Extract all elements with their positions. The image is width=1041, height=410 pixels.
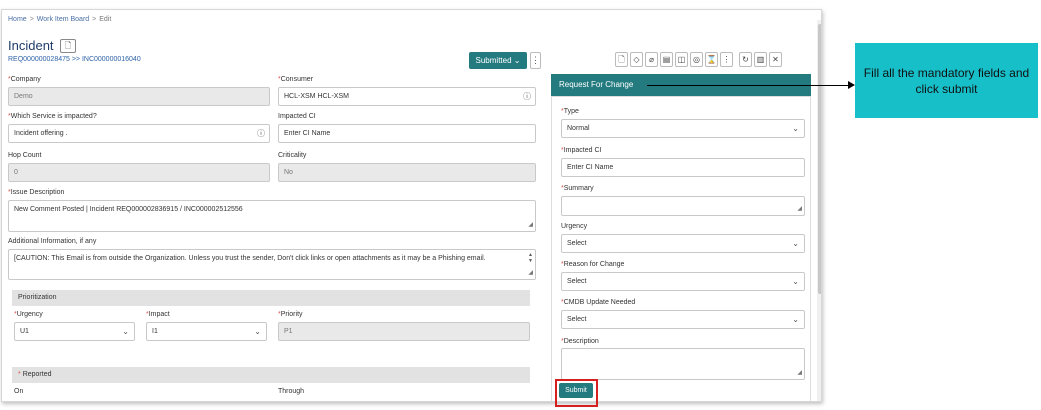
info-icon[interactable]: ⓘ (257, 125, 265, 142)
prioritization-header: Prioritization (12, 290, 530, 306)
urgency-select[interactable]: U1 ⌄ (14, 322, 135, 341)
status-dropdown-button[interactable]: Submitted ⌄ (469, 52, 527, 69)
criticality-label: Criticality (278, 152, 307, 159)
issue-description-textarea[interactable]: New Comment Posted | Incident REQ0000028… (8, 200, 536, 232)
hop-count-field: 0 (8, 163, 270, 182)
page-title: Incident (8, 38, 54, 53)
on-label: On (14, 388, 24, 395)
tag-icon[interactable]: ◇ (630, 52, 643, 67)
record-icon[interactable]: 🗋 (60, 39, 76, 53)
priority-field: P1 (278, 322, 530, 341)
more-options-icon[interactable]: ⋮ (530, 52, 541, 69)
criticality-field: No (278, 163, 536, 182)
chevron-down-icon: ⌄ (254, 327, 261, 336)
rfc-urgency-label: Urgency (561, 223, 588, 230)
resize-handle-icon: ◢ (528, 270, 533, 276)
reference-link[interactable]: REQ000000028475 >> INC000000016040 (8, 56, 141, 63)
callout-arrow-line (647, 85, 849, 86)
rfc-description-textarea[interactable]: ◢ (561, 348, 805, 380)
company-field[interactable]: Demo (8, 87, 270, 106)
instruction-callout: Fill all the mandatory fields and click … (855, 43, 1038, 118)
chevron-down-icon: ⌄ (513, 56, 521, 65)
company-label: *Company (8, 76, 41, 83)
rfc-reason-select[interactable]: Select ⌄ (561, 272, 805, 291)
callout-arrow-head (848, 81, 855, 89)
chevron-down-icon: ⌄ (792, 277, 799, 286)
hop-count-label: Hop Count (8, 152, 42, 159)
incident-edit-window: Home > Work Item Board > Edit Incident 🗋 REQ… (1, 9, 822, 402)
hourglass-icon[interactable]: ⌛ (705, 52, 718, 67)
close-icon[interactable]: ✕ (769, 52, 782, 67)
submit-highlight-box (555, 379, 598, 407)
info-icon[interactable]: ⓘ (523, 88, 531, 105)
service-label: *Which Service is impacted? (8, 113, 97, 120)
through-label: Through (278, 388, 305, 395)
rfc-reason-label: *Reason for Change (561, 261, 625, 268)
impact-label: *Impact (146, 311, 170, 318)
issue-description-label: *Issue Description (8, 189, 65, 196)
scrollbar-thumb[interactable] (818, 24, 821, 294)
rfc-cmdb-label: *CMDB Update Needed (561, 299, 636, 306)
watch-icon[interactable]: ◎ (690, 52, 703, 67)
impacted-ci-input[interactable]: Enter CI Name (278, 124, 536, 143)
resize-handle-icon: ◢ (797, 206, 802, 212)
breadcrumb: Home > Work Item Board > Edit (8, 16, 112, 23)
toolbar: 🗋 ◇ ⌀ ▤ ◫ ◎ ⌛ ⋮ ↻ ▥ ✕ (615, 52, 782, 67)
split-view-icon[interactable]: ◫ (675, 52, 688, 67)
urgency-label: *Urgency (14, 311, 43, 318)
rfc-summary-textarea[interactable]: ◢ (561, 196, 805, 216)
rfc-description-label: *Description (561, 338, 599, 345)
resize-handle-icon: ◢ (797, 370, 802, 376)
rfc-type-label: *Type (561, 108, 579, 115)
attachment-icon[interactable]: ⌀ (645, 52, 658, 67)
priority-label: *Priority (278, 311, 303, 318)
additional-info-textarea[interactable]: [CAUTION: This Email is from outside the… (8, 249, 536, 280)
print-icon[interactable]: ▥ (754, 52, 767, 67)
impact-select[interactable]: I1 ⌄ (146, 322, 267, 341)
consumer-label: *Consumer (278, 76, 314, 83)
chevron-down-icon: ⌄ (792, 315, 799, 324)
breadcrumb-current: Edit (99, 16, 112, 23)
more-icon[interactable]: ⋮ (720, 52, 733, 67)
refresh-icon[interactable]: ↻ (739, 52, 752, 67)
scroll-arrows-icon: ▲ ▼ (528, 252, 533, 264)
rfc-urgency-select[interactable]: Select ⌄ (561, 234, 805, 253)
consumer-field[interactable]: HCL-XSM HCL-XSM ⓘ (278, 87, 536, 106)
rfc-impacted-ci-label: *Impacted CI (561, 147, 602, 154)
rfc-summary-label: *Summary (561, 185, 594, 192)
clipboard-icon[interactable]: ▤ (660, 52, 673, 67)
resize-handle-icon: ◢ (528, 222, 533, 228)
reported-header: * Reported (12, 367, 530, 383)
breadcrumb-board[interactable]: Work Item Board (37, 16, 89, 23)
additional-info-label: Additional Information, if any (8, 238, 97, 245)
breadcrumb-home[interactable]: Home (8, 16, 27, 23)
chevron-down-icon: ⌄ (122, 327, 129, 336)
rfc-impacted-ci-input[interactable]: Enter CI Name (561, 158, 805, 177)
document-icon[interactable]: 🗋 (615, 52, 628, 67)
rfc-cmdb-select[interactable]: Select ⌄ (561, 310, 805, 329)
impacted-ci-label: Impacted CI (278, 113, 316, 120)
chevron-down-icon: ⌄ (792, 124, 799, 133)
service-field[interactable]: Incident offering . ⓘ (8, 124, 270, 143)
chevron-down-icon: ⌄ (792, 239, 799, 248)
rfc-type-select[interactable]: Normal ⌄ (561, 119, 805, 138)
